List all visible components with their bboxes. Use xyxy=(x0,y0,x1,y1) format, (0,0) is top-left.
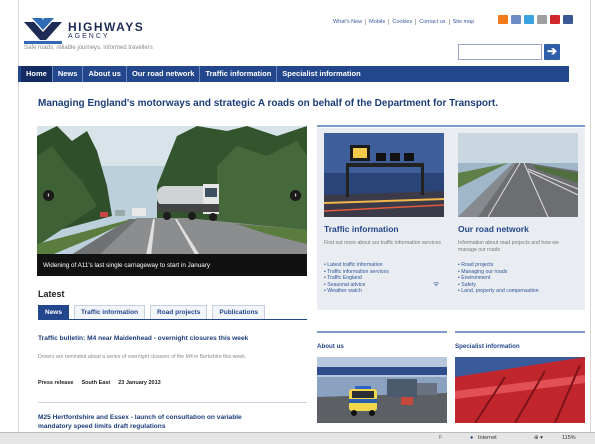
panel-desc-road-network: Information about road projects and how … xyxy=(458,240,559,253)
motorway-illustration xyxy=(458,133,578,217)
link-weather-watch[interactable]: Weather watch xyxy=(324,288,389,295)
social-links xyxy=(498,15,573,24)
link-latest-traffic-information[interactable]: Latest traffic information xyxy=(324,262,389,269)
tagline: Safe roads, reliable journeys, informed … xyxy=(24,45,153,51)
browser-status-bar: ⚐ ● Internet ⊕ ▾ 115% xyxy=(0,432,595,444)
nav-home[interactable]: Home xyxy=(21,66,53,82)
link-traffic-information-services[interactable]: Traffic information services xyxy=(324,269,389,276)
highways-agency-logo-icon xyxy=(24,18,62,44)
link-managing-our-roads[interactable]: Managing our roads xyxy=(458,269,539,276)
status-zone-icon: ⚐ xyxy=(438,435,443,441)
specialist-information-heading[interactable]: Specialist information xyxy=(455,343,520,350)
link-seasonal-advice[interactable]: Seasonal advice xyxy=(324,282,389,289)
traffic-gantry-image[interactable] xyxy=(324,133,444,217)
latest-tabs: News Traffic information Road projects P… xyxy=(38,305,266,320)
protected-mode-icon[interactable]: ⊕ ▾ xyxy=(534,435,543,441)
article-summary: Drivers are reminded about a series of o… xyxy=(38,354,247,360)
nav-our-road-network[interactable]: Our road network xyxy=(127,66,201,82)
utility-links: What's New Mobile Cookies Contact us Sit… xyxy=(330,19,477,25)
traffic-gantry-illustration xyxy=(324,133,444,217)
specialist-information-rule xyxy=(455,331,585,333)
specialist-information-image[interactable] xyxy=(455,357,585,423)
brand-sub: AGENCY xyxy=(68,33,110,40)
motorway-image[interactable] xyxy=(458,133,578,217)
about-us-rule xyxy=(317,331,447,333)
patrol-car-illustration xyxy=(317,357,447,423)
rss-icon[interactable] xyxy=(498,15,508,24)
link-road-projects[interactable]: Road projects xyxy=(458,262,539,269)
main-nav: Home News About us Our road network Traf… xyxy=(18,66,569,82)
article-divider xyxy=(38,402,307,403)
carousel-next-button[interactable]: › xyxy=(290,190,301,201)
article-type: Press release xyxy=(38,380,74,386)
flickr-icon[interactable] xyxy=(537,15,547,24)
util-link-site-map[interactable]: Site map xyxy=(450,19,478,25)
email-icon[interactable] xyxy=(511,15,521,24)
util-link-cookies[interactable]: Cookies xyxy=(389,19,417,25)
nav-traffic-information[interactable]: Traffic information xyxy=(200,66,278,82)
search-arrow-icon[interactable]: ➔ xyxy=(544,44,560,60)
nav-news[interactable]: News xyxy=(53,66,84,82)
util-link-mobile[interactable]: Mobile xyxy=(366,19,390,25)
panel-title-traffic[interactable]: Traffic information xyxy=(324,224,399,234)
article-title-2-cont[interactable]: mandatory speed limits draft regulations xyxy=(38,423,166,430)
nav-specialist-information[interactable]: Specialist information xyxy=(277,66,365,82)
twitter-icon[interactable] xyxy=(524,15,534,24)
article-region: South East xyxy=(81,380,111,386)
panel-links-road-network: Road projects Managing our roads Environ… xyxy=(458,262,539,295)
link-environment[interactable]: Environment xyxy=(458,275,539,282)
brand-name: HIGHWAYS xyxy=(68,20,145,34)
link-land-property-compensation[interactable]: Land, property and compensation xyxy=(458,288,538,295)
panel-our-road-network: Our road network Information about road … xyxy=(451,128,585,310)
article-title-2[interactable]: M25 Hertfordshire and Essex - launch of … xyxy=(38,414,242,421)
search-input[interactable] xyxy=(458,44,542,60)
hero-caption[interactable]: Widening of A11's last single carriagewa… xyxy=(37,254,307,276)
search-form: ➔ xyxy=(458,44,560,60)
util-link-whats-new[interactable]: What's New xyxy=(330,19,367,25)
page-headline: Managing England's motorways and strateg… xyxy=(38,98,499,109)
tab-publications[interactable]: Publications xyxy=(212,305,266,320)
tab-divider xyxy=(38,319,307,320)
tab-road-projects[interactable]: Road projects xyxy=(150,305,208,320)
status-zone-label: Internet xyxy=(478,435,497,441)
about-us-heading[interactable]: About us xyxy=(317,343,344,350)
hero-carousel[interactable]: ‹ › Widening of A11's last single carria… xyxy=(37,126,307,276)
panel-links-traffic: Latest traffic information Traffic infor… xyxy=(324,262,389,295)
panel-traffic-information: Traffic information Find out more about … xyxy=(317,128,451,310)
tab-news[interactable]: News xyxy=(38,305,69,320)
panels-top-rule xyxy=(317,125,585,127)
article-date: 23 January 2013 xyxy=(118,380,161,386)
article-meta: Press release South East 23 January 2013 xyxy=(38,380,161,386)
latest-heading: Latest xyxy=(38,289,65,299)
tab-traffic-information[interactable]: Traffic information xyxy=(73,305,146,320)
rss-feed-icon[interactable]: ᯤ xyxy=(433,280,441,288)
facebook-icon[interactable] xyxy=(563,15,573,24)
panel-title-road-network[interactable]: Our road network xyxy=(458,224,529,234)
internet-zone-icon: ● xyxy=(470,435,474,441)
youtube-icon[interactable] xyxy=(550,15,560,24)
zoom-level[interactable]: 115% xyxy=(562,435,576,441)
highways-agency-logo[interactable]: HIGHWAYS AGENCY xyxy=(24,18,184,58)
nav-about-us[interactable]: About us xyxy=(83,66,127,82)
link-safety[interactable]: Safety xyxy=(458,282,539,289)
red-sign-illustration xyxy=(455,357,585,423)
util-link-contact-us[interactable]: Contact us xyxy=(416,19,450,25)
article-title[interactable]: Traffic bulletin: M4 near Maidenhead - o… xyxy=(38,335,248,342)
about-us-image[interactable] xyxy=(317,357,447,423)
carousel-prev-button[interactable]: ‹ xyxy=(43,190,54,201)
panel-desc-traffic: Find out more about our traffic informat… xyxy=(324,240,441,246)
link-traffic-england[interactable]: Traffic England xyxy=(324,275,389,282)
